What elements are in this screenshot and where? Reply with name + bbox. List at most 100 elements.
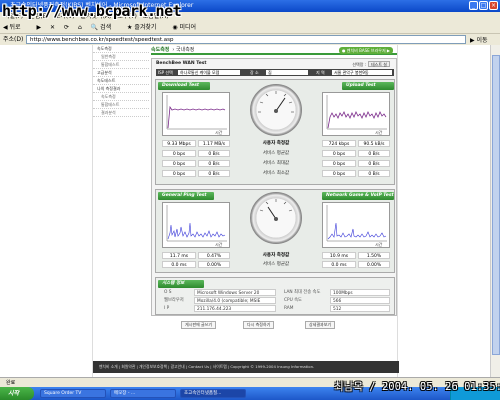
system-info-row: 웹브라우저 Mozilla/4.0 (compatible; MSIE CPU 속도… [160, 297, 392, 305]
ping-latency-value: 0.0 ms [162, 261, 196, 268]
upload-bps-value: 0 bps [322, 170, 356, 177]
game-chart: 시간 [322, 202, 390, 248]
system-info-label: RAM [284, 306, 294, 311]
system-info-section: 시스템 정보 O S Microsoft Windows Server 20 LAN… [155, 277, 395, 315]
ping-loss-value: 0.47% [198, 252, 230, 259]
scrollbar-thumb[interactable] [492, 55, 500, 355]
sidebar-item[interactable]: 속도테스트 [93, 77, 149, 85]
system-info-value: 512 [330, 305, 390, 312]
watermark-text: http://www.bcpark.net [2, 2, 182, 20]
close-button[interactable]: × [489, 1, 498, 10]
game-series-line [327, 222, 387, 240]
speed-row-label: 사용자 측정값 [262, 141, 290, 146]
download-series-line [167, 105, 226, 129]
breadcrumb-sub: 국내측정 [176, 47, 195, 53]
download-axis-label: 시간 [215, 129, 223, 135]
home-button[interactable]: ⌂ [78, 24, 82, 31]
ping-gauge-needle [267, 206, 277, 220]
taskbar-task[interactable]: 메모장 - ... [110, 389, 176, 398]
speed-row-label: 서비스 평균값 [262, 151, 290, 156]
sidebar-menu: 속도측정 일반측정 통합테스트 고급분석 속도테스트 나의 측정결과 속도측정 통합테스트 결과… [93, 45, 149, 135]
ping-row-label: 사용자 측정값 [262, 253, 290, 258]
sidebar-item[interactable]: 속도측정 [93, 45, 149, 53]
sidebar-item[interactable]: 일반측정 [93, 53, 149, 61]
sidebar-item[interactable]: 나의 측정결과 [93, 85, 149, 93]
start-button[interactable]: 시작 [0, 387, 34, 400]
place-input[interactable]: 집 [266, 70, 308, 75]
address-input[interactable]: http://www.benchbee.co.kr/speedtest/spee… [26, 35, 466, 44]
download-bytes-value: 1.17 MB/s [198, 140, 230, 147]
system-info-value: Microsoft Windows Server 20 [194, 289, 276, 296]
sidebar-item[interactable]: 속도측정 [93, 93, 149, 101]
detailed-result-button[interactable]: 상세결과보기 [305, 321, 336, 329]
upload-bps-value: 724 kbps [322, 140, 356, 147]
wan-test-title: BenchBee WAN Test [156, 61, 207, 66]
media-button[interactable]: ◉ 미디어 [172, 24, 203, 31]
ping-row-label: 서비스 평균값 [262, 262, 290, 267]
place-label: 장 소 [250, 70, 259, 75]
taskbar-task[interactable]: Square Order TV [40, 389, 106, 398]
isp-label: ISP 선택 [158, 70, 173, 75]
system-info-label: LAN 최대 전송 속도 [284, 290, 321, 295]
favorites-button[interactable]: ★ 즐겨찾기 [127, 24, 163, 31]
system-info-row: I P 211.176.44.223 RAM 512 [160, 305, 392, 313]
vertical-scrollbar[interactable] [490, 45, 500, 377]
benchbee-browser-button[interactable]: ● 벤치비 BASE 브라우저 ▶ [339, 47, 393, 54]
status-text: 완료 [6, 380, 16, 386]
sidebar-item[interactable]: 통합테스트 [93, 61, 149, 69]
ping-test-label: General Ping Test [158, 192, 214, 200]
speed-stat-row: 0 bps 0 B/s 서비스 최소값 0 bps 0 B/s [156, 170, 396, 177]
maximize-button[interactable]: □ [479, 1, 488, 10]
refresh-button[interactable]: ⟳ [64, 24, 69, 31]
game-latency-value: 0.0 ms [322, 261, 356, 268]
system-info-label: I P [164, 306, 170, 311]
download-bytes-value: 0 B/s [198, 170, 230, 177]
sidebar-item[interactable]: 결과분석 [93, 109, 149, 117]
address-label: 주소(D) [3, 36, 24, 43]
speed-row-label: 서비스 최소값 [262, 171, 290, 176]
isp-select[interactable]: 하나로통신 케이블 모뎀 [178, 70, 240, 75]
game-latency-value: 10.9 ms [322, 252, 356, 259]
sidebar-item[interactable]: 통합테스트 [93, 101, 149, 109]
stop-button[interactable]: ✕ [50, 24, 55, 31]
isp-info-row: ISP 선택 하나로통신 케이블 모뎀 장 소 집 지 역 서울 관악구 봉천9… [156, 69, 394, 76]
minimize-button[interactable]: _ [469, 1, 478, 10]
speed-stat-row: 0 bps 0 B/s 서비스 평균값 0 bps 0 B/s [156, 150, 396, 157]
game-loss-value: 0.00% [358, 261, 390, 268]
sidebar-item[interactable]: 고급분석 [93, 69, 149, 77]
game-test-label: Network Game & VoIP Test [322, 192, 394, 200]
game-loss-value: 1.50% [358, 252, 390, 259]
taskbar-task[interactable]: 초고속인터넷품질... [180, 389, 246, 398]
system-info-label: 시스템 정보 [158, 280, 204, 288]
download-bytes-value: 0 B/s [198, 160, 230, 167]
server-select[interactable]: 선택망 : 테스트 설 [350, 61, 390, 68]
download-bps-value: 9.33 Mbps [162, 140, 196, 147]
search-button[interactable]: 🔍 검색 [91, 24, 118, 31]
speed-stat-row: 9.33 Mbps 1.17 MB/s 사용자 측정값 724 kbps 90.5 kB… [156, 140, 396, 147]
system-info-label: 웹브라우저 [164, 298, 184, 303]
page-content: 속도측정 일반측정 통합테스트 고급분석 속도테스트 나의 측정결과 속도측정 통합테스트 결과… [0, 45, 500, 377]
speed-row-label: 서비스 최대값 [262, 161, 290, 166]
download-bps-value: 0 bps [162, 170, 196, 177]
retest-button[interactable]: 다시 측정하기 [243, 321, 275, 329]
ping-loss-value: 0.00% [198, 261, 230, 268]
download-bytes-value: 0 B/s [198, 150, 230, 157]
forward-button[interactable]: ▶ [37, 24, 42, 31]
page-footer: 벤치비 소개 | 회원약관 | 개인정보보호정책 | 광고안내 | Contac… [93, 361, 399, 373]
upload-series-line [327, 111, 387, 129]
system-info-label: CPU 속도 [284, 298, 303, 303]
ping-gauge [250, 192, 302, 244]
ping-test-section: General Ping Test Network Game & VoIP Te… [155, 189, 395, 273]
system-info-row: O S Microsoft Windows Server 20 LAN 최대 전송 … [160, 289, 392, 297]
upload-bps-value: 0 bps [322, 160, 356, 167]
upload-bytes-value: 0 B/s [358, 150, 390, 157]
upload-chart: 시간 [322, 92, 390, 136]
region-input[interactable]: 서울 관악구 봉천9동 [332, 70, 392, 75]
write-post-button[interactable]: 게시판에 글쓰기 [181, 321, 217, 329]
ping-latency-value: 11.7 ms [162, 252, 196, 259]
system-info-value: 566 [330, 297, 390, 304]
gauge-needle [275, 97, 286, 112]
breadcrumb-current: 속도측정 [151, 47, 170, 53]
back-button[interactable]: ◀ 뒤로 [3, 24, 28, 31]
ping-series-line [167, 222, 226, 240]
